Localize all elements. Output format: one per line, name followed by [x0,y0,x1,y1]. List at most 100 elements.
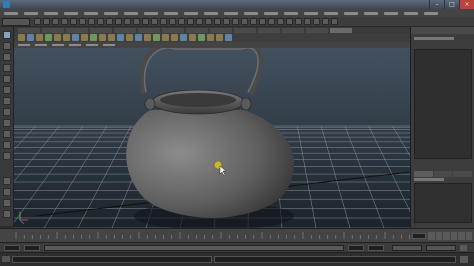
status-line-button[interactable] [133,18,140,25]
close-button[interactable]: × [459,0,474,9]
shelf-tool-icon[interactable] [108,34,115,41]
viewport-3d[interactable] [14,48,410,228]
play-back-button[interactable] [443,232,450,240]
shelf-tool-icon[interactable] [72,34,79,41]
range-slider[interactable] [44,245,344,251]
status-line-button[interactable] [313,18,320,25]
toolbox-tool[interactable] [3,75,11,83]
toolbox-tool[interactable] [3,53,11,61]
panel-menu-item[interactable] [35,44,47,46]
shelf-tool-icon[interactable] [63,34,70,41]
status-line-button[interactable] [295,18,302,25]
menu-item[interactable] [4,11,18,15]
toolbox-tool[interactable] [3,42,11,50]
status-line-button[interactable] [169,18,176,25]
status-line-button[interactable] [250,18,257,25]
toolbox-tool[interactable] [3,97,11,105]
menu-item[interactable] [324,11,338,15]
status-line-button[interactable] [97,18,104,25]
step-back-button[interactable] [435,232,442,240]
status-line-button[interactable] [223,18,230,25]
menu-item[interactable] [164,11,178,15]
step-forward-button[interactable] [458,232,465,240]
toolbox-tool[interactable] [3,119,11,127]
shelf-tool-icon[interactable] [36,34,43,41]
status-line-button[interactable] [178,18,185,25]
toolbox-tool[interactable] [3,130,11,138]
toolbox-tool[interactable] [3,31,11,39]
go-to-start-button[interactable] [428,232,435,240]
status-line-button[interactable] [124,18,131,25]
shelf-tool-icon[interactable] [45,34,52,41]
channel-box-menu[interactable] [414,37,454,40]
shelf-tool-icon[interactable] [207,34,214,41]
toolbox-tool[interactable] [3,108,11,116]
shelf-tool-icon[interactable] [117,34,124,41]
shelf-tool-icon[interactable] [216,34,223,41]
shelf-tool-icon[interactable] [126,34,133,41]
status-line-button[interactable] [79,18,86,25]
maximize-button[interactable]: □ [444,0,459,9]
shelf-tool-icon[interactable] [153,34,160,41]
menu-item[interactable] [44,11,58,15]
status-line-button[interactable] [88,18,95,25]
menu-item[interactable] [424,11,438,15]
character-set-dropdown[interactable] [426,245,456,251]
status-line-button[interactable] [106,18,113,25]
layout-button[interactable] [3,188,11,196]
menu-item[interactable] [304,11,318,15]
shelf-tool-icon[interactable] [90,34,97,41]
status-line-button[interactable] [286,18,293,25]
status-line-button[interactable] [322,18,329,25]
menu-item[interactable] [64,11,78,15]
panel-menu-item[interactable] [52,44,64,46]
go-to-end-button[interactable] [465,232,472,240]
menu-item[interactable] [144,11,158,15]
layout-button[interactable] [3,177,11,185]
menu-item[interactable] [244,11,258,15]
toolbox-tool[interactable] [3,86,11,94]
minimize-button[interactable]: – [429,0,444,9]
status-line-button[interactable] [142,18,149,25]
menu-item[interactable] [224,11,238,15]
shelf-tool-icon[interactable] [99,34,106,41]
status-line-button[interactable] [43,18,50,25]
shelf-tool-icon[interactable] [135,34,142,41]
shelf-tool-icon[interactable] [189,34,196,41]
menu-set-dropdown[interactable] [2,18,30,26]
playback-start-field[interactable] [24,245,40,251]
shelf-tool-icon[interactable] [225,34,232,41]
status-line-button[interactable] [259,18,266,25]
start-time-field[interactable] [4,245,20,251]
command-input[interactable] [12,256,212,263]
shelf-tool-icon[interactable] [81,34,88,41]
tab-render-layers[interactable] [433,171,453,177]
script-editor-button[interactable] [460,256,468,263]
shelf-tool-icon[interactable] [198,34,205,41]
layer-list[interactable] [414,183,472,223]
status-line-button[interactable] [151,18,158,25]
status-line-button[interactable] [205,18,212,25]
channel-box-attributes[interactable] [414,49,472,159]
status-line-button[interactable] [232,18,239,25]
menu-item[interactable] [404,11,418,15]
viewport-canvas[interactable] [14,48,410,228]
toolbox-tool[interactable] [3,64,11,72]
auto-key-button[interactable] [460,245,467,251]
status-line-button[interactable] [196,18,203,25]
status-line-button[interactable] [160,18,167,25]
layout-button[interactable] [3,210,11,218]
menu-item[interactable] [24,11,38,15]
panel-menu-item[interactable] [86,44,98,46]
layout-button[interactable] [3,199,11,207]
shelf-tool-icon[interactable] [54,34,61,41]
menu-item[interactable] [84,11,98,15]
menu-item[interactable] [104,11,118,15]
status-line-button[interactable] [52,18,59,25]
status-line-button[interactable] [70,18,77,25]
end-time-field[interactable] [368,245,384,251]
tab-display-layers[interactable] [414,171,433,177]
play-forward-button[interactable] [450,232,457,240]
status-line-button[interactable] [277,18,284,25]
shelf-tool-icon[interactable] [27,34,34,41]
